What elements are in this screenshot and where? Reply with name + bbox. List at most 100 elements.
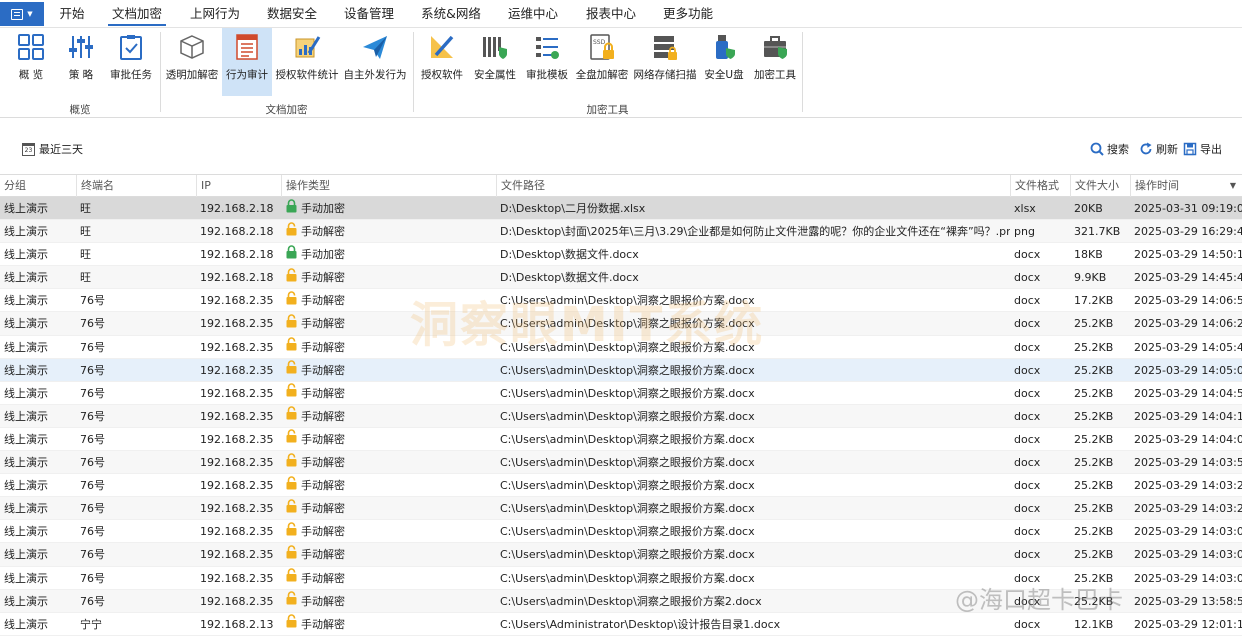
cell-op-time: 2025-03-29 14:04:19	[1134, 409, 1242, 423]
op-type-label: 手动解密	[301, 386, 345, 400]
tab-data-security[interactable]: 数据安全	[263, 0, 321, 28]
search-icon	[1090, 142, 1104, 156]
cell-op-type: 手动解密	[281, 613, 345, 636]
cell-file-path: C:\Users\admin\Desktop\洞察之眼报价方案.docx	[500, 571, 755, 585]
cell-ip: 192.168.2.35	[200, 594, 274, 608]
table-row[interactable]: 线上演示 宁宁 192.168.2.13 手动解密 C:\Users\Administr…	[0, 613, 1242, 636]
tab-more-features[interactable]: 更多功能	[659, 0, 717, 28]
cell-file-format: docx	[1014, 594, 1041, 608]
column-header-file-format[interactable]: 文件格式	[1010, 175, 1070, 197]
table-row[interactable]: 线上演示 76号 192.168.2.35 手动解密 C:\Users\admin\De…	[0, 404, 1242, 428]
network-storage-scan-button[interactable]: 网络存储扫描	[632, 28, 698, 96]
table-row[interactable]: 线上演示 旺 192.168.2.18 手动加密 D:\Desktop\数据文件.doc…	[0, 243, 1242, 267]
group-label-overview: 概览	[69, 104, 91, 116]
overview-button[interactable]: 概 览	[8, 28, 54, 96]
tab-start[interactable]: 开始	[52, 0, 92, 28]
search-button[interactable]: 搜索	[1090, 141, 1129, 157]
unlocked-icon	[285, 382, 298, 405]
table-row[interactable]: 线上演示 旺 192.168.2.18 手动加密 D:\Desktop\二月份数据.xl…	[0, 197, 1242, 221]
refresh-label: 刷新	[1156, 143, 1178, 156]
tab-report-center[interactable]: 报表中心	[582, 0, 640, 28]
table-row[interactable]: 线上演示 76号 192.168.2.35 手动解密 C:\Users\admin\De…	[0, 474, 1242, 498]
cell-op-type: 手动解密	[281, 451, 345, 474]
sort-desc-icon: ▼	[1229, 181, 1236, 190]
cell-file-format: docx	[1014, 432, 1041, 446]
table-row[interactable]: 线上演示 76号 192.168.2.35 手动解密 C:\Users\admin\De…	[0, 312, 1242, 336]
policy-button[interactable]: 策 略	[60, 28, 102, 96]
usb-shield-icon	[709, 32, 739, 62]
tab-doc-encrypt[interactable]: 文档加密	[108, 0, 166, 28]
column-header-file-path[interactable]: 文件路径	[496, 175, 1010, 197]
column-header-op-time[interactable]: 操作时间 ▼	[1130, 175, 1242, 197]
cell-file-path: C:\Users\admin\Desktop\洞察之眼报价方案2.docx	[500, 594, 762, 608]
approval-template-button[interactable]: 审批模板	[523, 28, 571, 96]
cell-file-path: D:\Desktop\数据文件.docx	[500, 271, 639, 285]
cell-op-type: 手动解密	[281, 359, 345, 382]
secure-usb-button[interactable]: 安全U盘	[700, 28, 748, 96]
table-row[interactable]: 线上演示 76号 192.168.2.35 手动解密 C:\Users\admin\De…	[0, 497, 1242, 521]
cell-op-time: 2025-03-29 14:05:01	[1134, 363, 1242, 377]
cell-file-size: 18KB	[1074, 248, 1103, 262]
tab-ops-center[interactable]: 运维中心	[503, 0, 563, 28]
cell-op-type: 手动解密	[281, 312, 345, 335]
table-row[interactable]: 线上演示 76号 192.168.2.35 手动解密 C:\Users\admin\De…	[0, 382, 1242, 405]
column-header-file-size[interactable]: 文件大小	[1070, 175, 1130, 197]
pen-ruler-icon	[427, 32, 457, 62]
app-menu-button[interactable]: ▼	[0, 2, 44, 26]
cell-ip: 192.168.2.35	[200, 502, 274, 516]
cell-ip: 192.168.2.35	[200, 386, 274, 400]
cell-group: 线上演示	[4, 548, 48, 562]
export-label: 导出	[1200, 143, 1222, 156]
table-row[interactable]: 线上演示 76号 192.168.2.35 手动解密 C:\Users\admin\De…	[0, 567, 1242, 590]
cell-op-type: 手动解密	[281, 428, 345, 451]
table-row[interactable]: 线上演示 76号 192.168.2.35 手动解密 C:\Users\admin\De…	[0, 589, 1242, 613]
table-row[interactable]: 线上演示 76号 192.168.2.35 手动解密 C:\Users\admin\De…	[0, 520, 1242, 544]
cell-file-size: 9.9KB	[1074, 271, 1107, 285]
cell-file-format: docx	[1014, 571, 1041, 585]
refresh-button[interactable]: 刷新	[1139, 141, 1178, 157]
table-row[interactable]: 线上演示 旺 192.168.2.18 手动解密 D:\Desktop\封面\2025年…	[0, 220, 1242, 244]
toolbox-icon	[760, 32, 790, 62]
approval-template-label: 审批模板	[526, 69, 568, 81]
behavior-audit-button[interactable]: 行为审计	[222, 28, 272, 96]
date-range-button[interactable]: 23 最近三天	[22, 141, 83, 157]
transparent-encrypt-label: 透明加解密	[165, 69, 219, 81]
table-row[interactable]: 线上演示 76号 192.168.2.35 手动解密 C:\Users\admin\De…	[0, 289, 1242, 313]
column-header-terminal[interactable]: 终端名	[76, 175, 196, 197]
cell-terminal: 76号	[80, 340, 105, 354]
locked-icon	[285, 198, 298, 221]
column-header-ip[interactable]: IP	[196, 175, 281, 197]
approval-task-button[interactable]: 审批任务	[106, 28, 156, 96]
table-row[interactable]: 线上演示 76号 192.168.2.35 手动解密 C:\Users\admin\De…	[0, 336, 1242, 359]
unlocked-icon	[285, 452, 298, 475]
table-row[interactable]: 线上演示 旺 192.168.2.18 手动解密 D:\Desktop\数据文件.doc…	[0, 266, 1242, 290]
refresh-icon	[1140, 142, 1152, 155]
cell-file-format: docx	[1014, 271, 1041, 285]
cell-ip: 192.168.2.35	[200, 456, 274, 470]
cell-file-format: docx	[1014, 317, 1041, 331]
security-attribute-button[interactable]: 安全属性	[470, 28, 520, 96]
full-disk-encrypt-button[interactable]: SSD 全盘加解密	[574, 28, 630, 96]
tab-device-manage[interactable]: 设备管理	[340, 0, 398, 28]
table-row[interactable]: 线上演示 76号 192.168.2.35 手动解密 C:\Users\admin\De…	[0, 428, 1242, 452]
cell-file-format: docx	[1014, 479, 1041, 493]
table-row[interactable]: 线上演示 76号 192.168.2.35 手动解密 C:\Users\admin\De…	[0, 543, 1242, 567]
column-header-op-type[interactable]: 操作类型	[281, 175, 496, 197]
cell-ip: 192.168.2.18	[200, 202, 274, 215]
encrypt-tool-button[interactable]: 加密工具	[750, 28, 800, 96]
self-outgoing-behavior-button[interactable]: 自主外发行为	[342, 28, 408, 96]
tab-internet-behavior[interactable]: 上网行为	[186, 0, 244, 28]
column-header-group[interactable]: 分组	[0, 175, 76, 197]
cell-file-path: C:\Users\admin\Desktop\洞察之眼报价方案.docx	[500, 432, 755, 446]
tab-system-network[interactable]: 系统&网络	[416, 0, 486, 28]
export-button[interactable]: 导出	[1183, 141, 1222, 157]
cell-file-path: C:\Users\admin\Desktop\洞察之眼报价方案.docx	[500, 294, 755, 308]
op-type-label: 手动解密	[301, 225, 345, 239]
table-row[interactable]: 线上演示 76号 192.168.2.35 手动解密 C:\Users\admin\De…	[0, 358, 1242, 382]
transparent-encrypt-button[interactable]: 透明加解密	[164, 28, 220, 96]
auth-software-stats-button[interactable]: 授权软件统计	[274, 28, 340, 96]
table-row[interactable]: 线上演示 76号 192.168.2.35 手动解密 C:\Users\admin\De…	[0, 451, 1242, 475]
auth-software-label: 授权软件	[421, 69, 463, 81]
auth-software-button[interactable]: 授权软件	[417, 28, 467, 96]
cell-terminal: 76号	[80, 525, 105, 539]
